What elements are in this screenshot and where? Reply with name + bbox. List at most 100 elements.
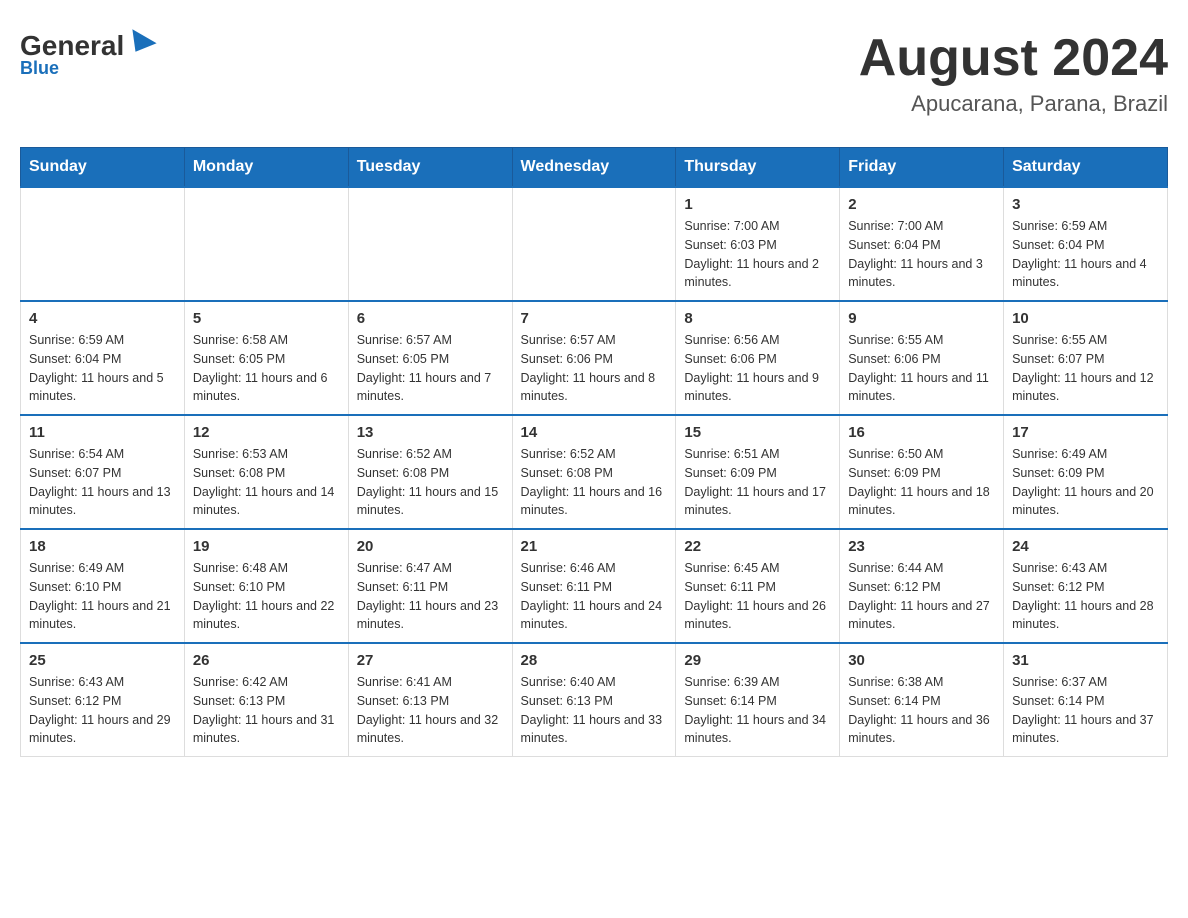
calendar-cell [184, 187, 348, 301]
day-number: 24 [1012, 538, 1159, 555]
calendar-cell: 7Sunrise: 6:57 AMSunset: 6:06 PMDaylight… [512, 301, 676, 415]
day-info: Sunrise: 6:53 AMSunset: 6:08 PMDaylight:… [193, 445, 340, 520]
day-number: 30 [848, 652, 995, 669]
calendar-cell: 2 Sunrise: 7:00 AMSunset: 6:04 PMDaylight… [840, 187, 1004, 301]
calendar-cell: 18 Sunrise: 6:49 AMSunset: 6:10 PMDayligh… [21, 529, 185, 643]
calendar-cell: 19 Sunrise: 6:48 AMSunset: 6:10 PMDayligh… [184, 529, 348, 643]
logo-triangle-icon [124, 29, 157, 59]
calendar-cell: 15 Sunrise: 6:51 AMSunset: 6:09 PMDayligh… [676, 415, 840, 529]
day-number: 10 [1012, 310, 1159, 327]
logo-blue-text: Blue [20, 58, 59, 79]
day-info: Sunrise: 6:52 AMSunset: 6:08 PMDaylight:… [521, 445, 668, 520]
calendar-week-row: 4Sunrise: 6:59 AMSunset: 6:04 PMDaylight… [21, 301, 1168, 415]
day-info: Sunrise: 6:43 AMSunset: 6:12 PMDaylight:… [29, 673, 176, 748]
day-info: Sunrise: 6:45 AMSunset: 6:11 PMDaylight:… [684, 559, 831, 634]
day-info: Sunrise: 6:49 AMSunset: 6:09 PMDaylight:… [1012, 445, 1159, 520]
day-info: Sunrise: 6:38 AMSunset: 6:14 PMDaylight:… [848, 673, 995, 748]
calendar-cell: 3 Sunrise: 6:59 AMSunset: 6:04 PMDaylight… [1004, 187, 1168, 301]
day-number: 6 [357, 310, 504, 327]
calendar-header-wednesday: Wednesday [512, 148, 676, 188]
day-number: 3 [1012, 196, 1159, 213]
calendar-cell: 16 Sunrise: 6:50 AMSunset: 6:09 PMDayligh… [840, 415, 1004, 529]
calendar-cell: 28Sunrise: 6:40 AMSunset: 6:13 PMDayligh… [512, 643, 676, 757]
day-number: 25 [29, 652, 176, 669]
day-info: Sunrise: 6:49 AMSunset: 6:10 PMDaylight:… [29, 559, 176, 634]
calendar-cell: 21 Sunrise: 6:46 AMSunset: 6:11 PMDayligh… [512, 529, 676, 643]
day-info: Sunrise: 6:44 AMSunset: 6:12 PMDaylight:… [848, 559, 995, 634]
calendar-header-sunday: Sunday [21, 148, 185, 188]
calendar-cell: 5 Sunrise: 6:58 AMSunset: 6:05 PMDaylight… [184, 301, 348, 415]
calendar-header-saturday: Saturday [1004, 148, 1168, 188]
calendar-week-row: 11 Sunrise: 6:54 AMSunset: 6:07 PMDayligh… [21, 415, 1168, 529]
calendar-header-thursday: Thursday [676, 148, 840, 188]
location-subtitle: Apucarana, Parana, Brazil [859, 91, 1168, 117]
calendar-cell [348, 187, 512, 301]
day-info: Sunrise: 6:40 AMSunset: 6:13 PMDaylight:… [521, 673, 668, 748]
day-number: 8 [684, 310, 831, 327]
calendar-header-row: SundayMondayTuesdayWednesdayThursdayFrid… [21, 148, 1168, 188]
day-number: 11 [29, 424, 176, 441]
day-info: Sunrise: 6:57 AMSunset: 6:06 PMDaylight:… [521, 331, 668, 406]
day-info: Sunrise: 6:46 AMSunset: 6:11 PMDaylight:… [521, 559, 668, 634]
calendar-cell: 22 Sunrise: 6:45 AMSunset: 6:11 PMDayligh… [676, 529, 840, 643]
day-info: Sunrise: 6:48 AMSunset: 6:10 PMDaylight:… [193, 559, 340, 634]
day-number: 16 [848, 424, 995, 441]
day-number: 19 [193, 538, 340, 555]
calendar-cell: 30 Sunrise: 6:38 AMSunset: 6:14 PMDayligh… [840, 643, 1004, 757]
day-info: Sunrise: 6:58 AMSunset: 6:05 PMDaylight:… [193, 331, 340, 406]
day-info: Sunrise: 6:59 AMSunset: 6:04 PMDaylight:… [1012, 217, 1159, 292]
day-info: Sunrise: 6:52 AMSunset: 6:08 PMDaylight:… [357, 445, 504, 520]
calendar-cell [512, 187, 676, 301]
calendar-header-friday: Friday [840, 148, 1004, 188]
calendar-cell: 8 Sunrise: 6:56 AMSunset: 6:06 PMDaylight… [676, 301, 840, 415]
day-number: 26 [193, 652, 340, 669]
calendar-week-row: 18 Sunrise: 6:49 AMSunset: 6:10 PMDayligh… [21, 529, 1168, 643]
calendar-cell: 24 Sunrise: 6:43 AMSunset: 6:12 PMDayligh… [1004, 529, 1168, 643]
day-number: 2 [848, 196, 995, 213]
day-info: Sunrise: 6:39 AMSunset: 6:14 PMDaylight:… [684, 673, 831, 748]
calendar-table: SundayMondayTuesdayWednesdayThursdayFrid… [20, 147, 1168, 757]
day-number: 9 [848, 310, 995, 327]
calendar-cell: 6 Sunrise: 6:57 AMSunset: 6:05 PMDaylight… [348, 301, 512, 415]
day-number: 23 [848, 538, 995, 555]
day-info: Sunrise: 6:37 AMSunset: 6:14 PMDaylight:… [1012, 673, 1159, 748]
calendar-cell: 4Sunrise: 6:59 AMSunset: 6:04 PMDaylight… [21, 301, 185, 415]
title-section: August 2024 Apucarana, Parana, Brazil [859, 30, 1168, 117]
day-info: Sunrise: 7:00 AMSunset: 6:04 PMDaylight:… [848, 217, 995, 292]
calendar-cell: 31 Sunrise: 6:37 AMSunset: 6:14 PMDayligh… [1004, 643, 1168, 757]
day-number: 18 [29, 538, 176, 555]
page-header: General Blue August 2024 Apucarana, Para… [20, 20, 1168, 127]
calendar-cell: 29 Sunrise: 6:39 AMSunset: 6:14 PMDayligh… [676, 643, 840, 757]
calendar-cell: 14Sunrise: 6:52 AMSunset: 6:08 PMDayligh… [512, 415, 676, 529]
day-number: 21 [521, 538, 668, 555]
calendar-cell: 10Sunrise: 6:55 AMSunset: 6:07 PMDayligh… [1004, 301, 1168, 415]
day-number: 22 [684, 538, 831, 555]
day-number: 27 [357, 652, 504, 669]
day-info: Sunrise: 6:43 AMSunset: 6:12 PMDaylight:… [1012, 559, 1159, 634]
day-number: 1 [684, 196, 831, 213]
calendar-cell: 12Sunrise: 6:53 AMSunset: 6:08 PMDayligh… [184, 415, 348, 529]
day-info: Sunrise: 6:51 AMSunset: 6:09 PMDaylight:… [684, 445, 831, 520]
day-info: Sunrise: 6:54 AMSunset: 6:07 PMDaylight:… [29, 445, 176, 520]
calendar-cell: 27Sunrise: 6:41 AMSunset: 6:13 PMDayligh… [348, 643, 512, 757]
day-number: 5 [193, 310, 340, 327]
main-title: August 2024 [859, 30, 1168, 87]
day-info: Sunrise: 6:55 AMSunset: 6:06 PMDaylight:… [848, 331, 995, 406]
day-info: Sunrise: 6:47 AMSunset: 6:11 PMDaylight:… [357, 559, 504, 634]
calendar-cell: 11 Sunrise: 6:54 AMSunset: 6:07 PMDayligh… [21, 415, 185, 529]
day-number: 20 [357, 538, 504, 555]
day-info: Sunrise: 6:50 AMSunset: 6:09 PMDaylight:… [848, 445, 995, 520]
day-info: Sunrise: 6:57 AMSunset: 6:05 PMDaylight:… [357, 331, 504, 406]
day-info: Sunrise: 6:42 AMSunset: 6:13 PMDaylight:… [193, 673, 340, 748]
day-number: 13 [357, 424, 504, 441]
calendar-cell: 17Sunrise: 6:49 AMSunset: 6:09 PMDayligh… [1004, 415, 1168, 529]
day-number: 31 [1012, 652, 1159, 669]
day-info: Sunrise: 6:56 AMSunset: 6:06 PMDaylight:… [684, 331, 831, 406]
calendar-cell: 13 Sunrise: 6:52 AMSunset: 6:08 PMDayligh… [348, 415, 512, 529]
calendar-header-tuesday: Tuesday [348, 148, 512, 188]
day-number: 15 [684, 424, 831, 441]
calendar-header-monday: Monday [184, 148, 348, 188]
day-info: Sunrise: 7:00 AMSunset: 6:03 PMDaylight:… [684, 217, 831, 292]
day-number: 29 [684, 652, 831, 669]
calendar-cell: 23 Sunrise: 6:44 AMSunset: 6:12 PMDayligh… [840, 529, 1004, 643]
